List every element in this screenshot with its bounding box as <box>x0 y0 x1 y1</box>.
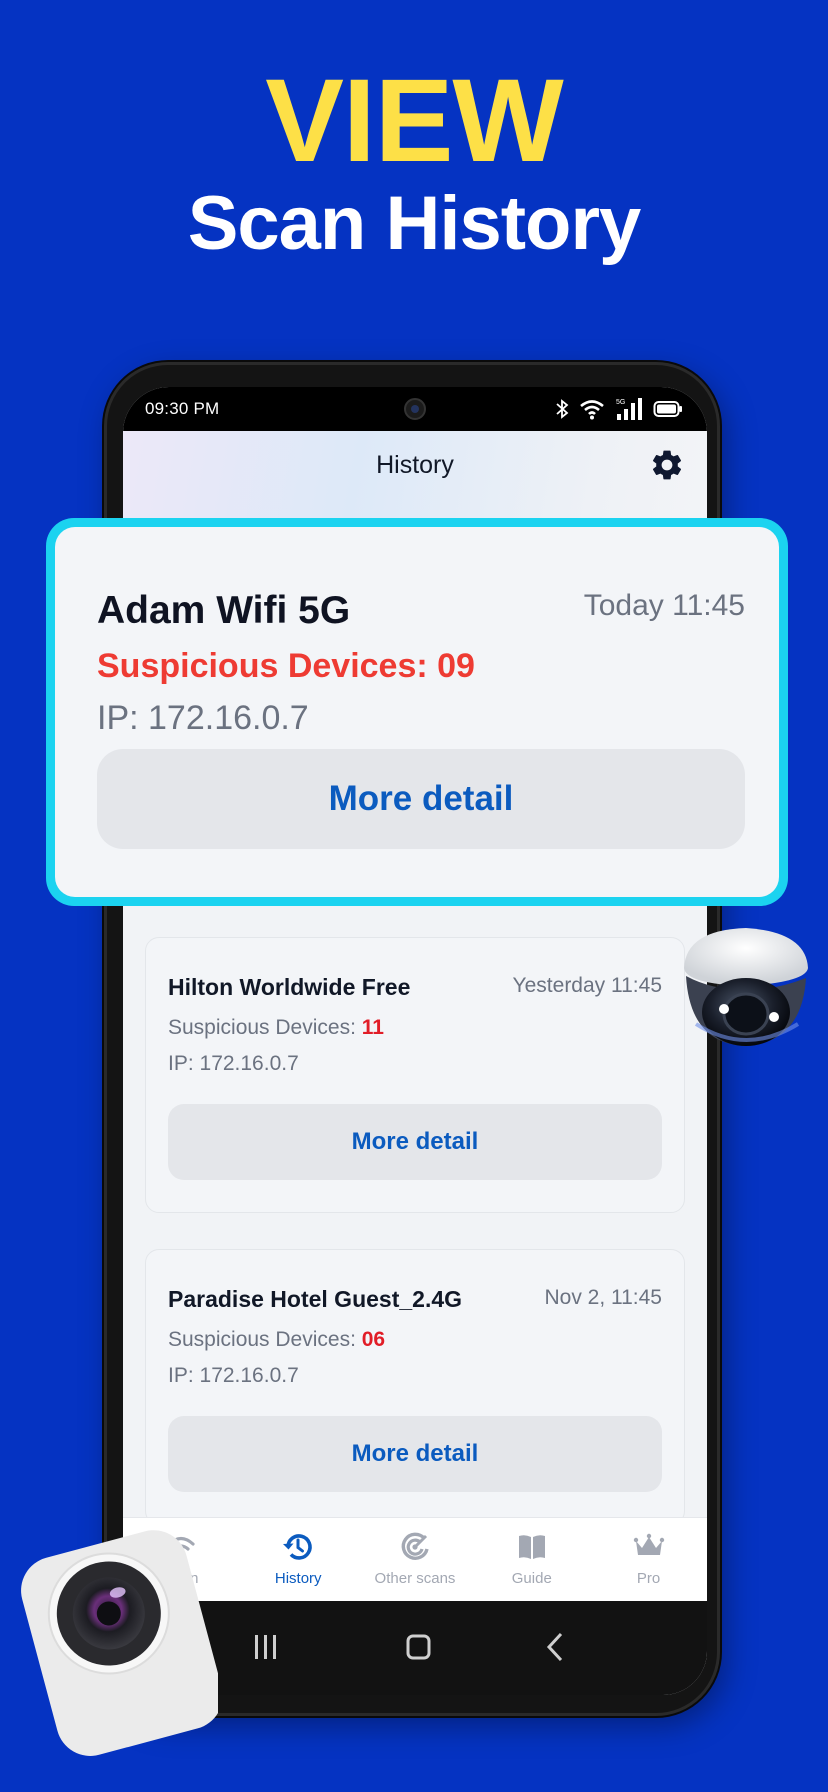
nav-label: Pro <box>636 1570 661 1587</box>
status-time: 09:30 PM <box>145 399 220 418</box>
nav-label: Other scans <box>374 1570 456 1587</box>
cube-camera-illustration <box>21 1530 218 1756</box>
suspicious-label: Suspicious Devices: <box>168 1016 362 1039</box>
nav-item-pro[interactable]: Pro <box>590 1518 707 1601</box>
promo-headline: VIEW Scan History <box>0 62 828 262</box>
ip-address: IP: 172.16.0.7 <box>97 699 309 737</box>
nav-item-other-scans[interactable]: Other scans <box>357 1518 474 1601</box>
scan-history-item: Hilton Worldwide Free Yesterday 11:45 Su… <box>145 937 685 1213</box>
headline-subtitle: Scan History <box>187 181 642 266</box>
radar-icon <box>401 1532 429 1560</box>
ip-address: IP: 172.16.0.7 <box>168 1052 299 1075</box>
history-icon <box>283 1534 312 1560</box>
suspicious-label: Suspicious Devices: <box>168 1328 362 1351</box>
more-detail-button[interactable]: More detail <box>168 1416 662 1492</box>
suspicious-count: 06 <box>361 1328 386 1351</box>
battery-icon <box>653 401 682 417</box>
crown-icon <box>633 1533 664 1555</box>
suspicious-count: 11 <box>361 1016 384 1039</box>
app-bar: History <box>123 431 707 531</box>
nav-label: Guide <box>511 1570 552 1587</box>
page-title: History <box>376 451 454 479</box>
gear-icon[interactable] <box>649 447 685 483</box>
suspicious-devices: Suspicious Devices: 06 <box>168 1328 385 1352</box>
wifi-icon <box>580 400 604 420</box>
dome-camera-illustration <box>684 928 808 1046</box>
nav-label: History <box>274 1570 322 1587</box>
headline-view: VIEW <box>265 55 564 187</box>
more-detail-button[interactable]: More detail <box>97 749 745 849</box>
scan-timestamp: Nov 2, 11:45 <box>544 1286 662 1309</box>
network-name: Hilton Worldwide Free <box>168 974 411 1000</box>
network-name: Paradise Hotel Guest_2.4G <box>168 1286 463 1312</box>
nav-item-guide[interactable]: Guide <box>473 1518 590 1601</box>
suspicious-count: 09 <box>437 647 475 685</box>
ip-address: IP: 172.16.0.7 <box>168 1364 299 1387</box>
network-type-label: 5G <box>616 399 625 406</box>
home-icon[interactable] <box>405 1631 433 1663</box>
suspicious-devices: Suspicious Devices: 09 <box>97 647 475 686</box>
back-icon[interactable] <box>543 1631 567 1663</box>
book-icon <box>518 1535 545 1559</box>
status-bar: 09:30 PM 5G <box>123 387 707 431</box>
network-name: Adam Wifi 5G <box>97 589 351 632</box>
scan-timestamp: Today 11:45 <box>583 589 745 622</box>
featured-scan-card: Adam Wifi 5G Today 11:45 Suspicious Devi… <box>46 518 788 906</box>
suspicious-label: Suspicious Devices: <box>97 647 438 685</box>
scan-timestamp: Yesterday 11:45 <box>512 974 662 997</box>
recents-icon[interactable] <box>251 1631 281 1663</box>
featured-scan-card-body: Adam Wifi 5G Today 11:45 Suspicious Devi… <box>55 527 779 897</box>
nav-item-history[interactable]: History <box>240 1518 357 1601</box>
front-camera <box>404 398 426 420</box>
signal-icon: 5G <box>616 398 642 420</box>
bluetooth-icon <box>556 399 569 419</box>
more-detail-button[interactable]: More detail <box>168 1104 662 1180</box>
suspicious-devices: Suspicious Devices: 11 <box>168 1016 384 1040</box>
scan-history-item: Paradise Hotel Guest_2.4G Nov 2, 11:45 S… <box>145 1249 685 1525</box>
